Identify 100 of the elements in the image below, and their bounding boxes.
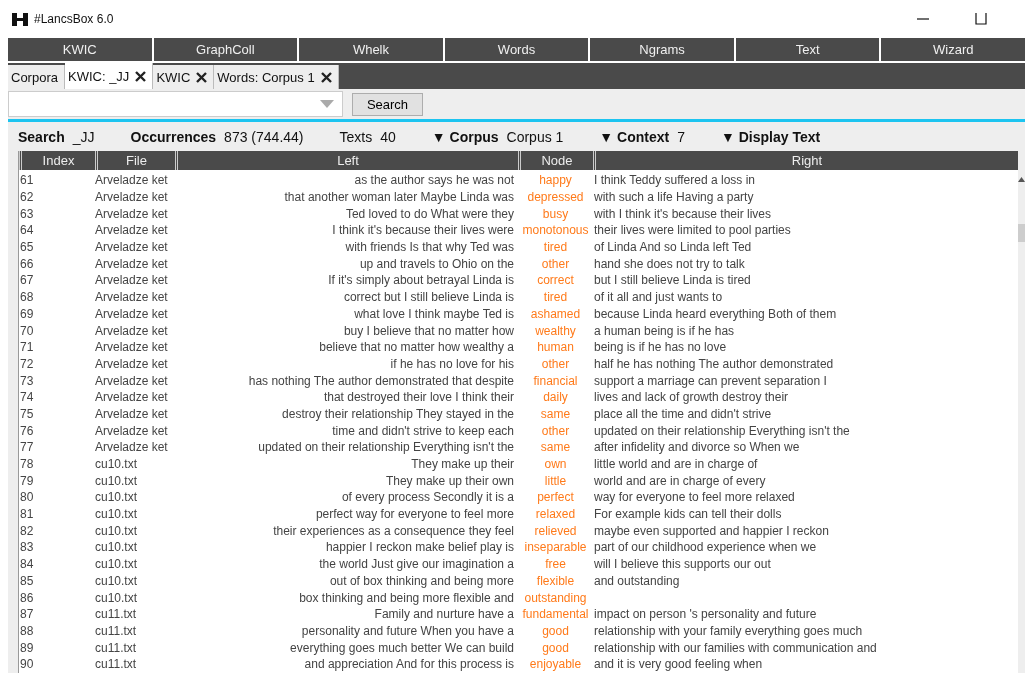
table-cell-text: 88 [19,623,35,638]
table-cell-text: If it's simply about betrayal Linda is [327,273,515,288]
table-cell-text: busy [541,206,570,221]
table-cell-text: Arveladze ket [95,373,169,388]
table-cell-text: up and travels to Ohio on the [358,256,515,271]
table-cell-text: financial [532,373,579,388]
table-cell-text: place all the time and didn't strive [593,406,773,421]
table-cell-text: 63 [19,206,35,221]
nav-button[interactable]: KWIC [8,38,152,61]
info-label[interactable]: ▼ Display Text [721,128,821,145]
nav-button[interactable]: Ngrams [590,38,734,61]
tab[interactable]: KWIC: _JJ [64,63,154,89]
nav-button[interactable]: GraphColl [153,38,298,61]
table-cell-text: cu10.txt [95,473,139,488]
app-logo-icon [12,12,28,26]
search-field[interactable] [8,91,343,117]
table-cell-text: perfect [536,490,575,505]
table-cell-text: 72 [19,356,35,371]
table-cell-text: 85 [19,573,35,588]
table-cell-text: Arveladze ket [95,223,169,238]
table-cell-text: little world and are in charge of [593,457,759,472]
table-cell-text: personality and future When you have a [300,623,515,638]
table-cell-text: Arveladze ket [95,440,169,455]
table-cell-text: cu11.txt [95,607,138,622]
table-cell-text: has nothing The author demonstrated that despite [247,373,515,388]
table-cell-text: with friends Is that why Ted was [344,240,515,255]
table-cell-text: Ted loved to do What were they [344,206,515,221]
close-icon[interactable] [320,71,332,83]
table-cell-text: They make up their [410,457,515,472]
maximize-icon[interactable] [975,13,987,25]
table-cell-text: Arveladze ket [95,190,169,205]
nav-button[interactable]: Wizard [881,38,1025,61]
table-cell-text: 62 [19,190,35,205]
table-cell-text: Arveladze ket [95,273,169,288]
column-header[interactable]: Left [175,151,518,170]
close-icon[interactable] [196,71,208,83]
table-cell-text: daily [542,390,569,405]
table-cell-text: the world Just give our imagination a [318,557,515,572]
column-header[interactable]: File [95,151,175,170]
table-cell-text: I think Teddy suffered a loss in [593,173,756,188]
close-icon[interactable] [135,70,147,82]
table-cell-text: Arveladze ket [95,240,169,255]
tab-label: Corpora [11,69,58,85]
table-cell-text: time and didn't strive to keep each [331,423,515,438]
table-cell-text: of Linda And so Linda left Ted [593,240,753,255]
table-cell-text: cu10.txt [95,540,139,555]
table-cell-text: their experiences as a consequence they feel [272,523,515,538]
table-cell-text: what love I think maybe Ted is [353,306,515,321]
tab[interactable]: Words: Corpus 1 [214,65,339,89]
table-cell-text: wealthy [534,323,577,338]
table-cell-text: everything goes much better We can build [289,640,515,655]
table-cell-text: Arveladze ket [95,323,169,338]
column-header[interactable]: Index [19,151,95,170]
info-value: 40 [380,128,396,145]
search-button[interactable]: Search [352,92,423,116]
table-cell-text: cu10.txt [95,590,139,605]
table-cell-text: relieved [533,523,578,538]
table-cell-text: 79 [19,473,35,488]
table-cell-text: updated on their relationship Everything isn't the [257,440,515,455]
tab[interactable]: KWIC [153,65,215,89]
info-value: 873 (744.44) [224,128,304,145]
table-cell-text: flexible [535,573,576,588]
table-cell-text: monotonous [521,223,590,238]
table-cell-text: good [541,623,570,638]
table-cell-text: of every process Secondly it is a [340,490,515,505]
nav-button[interactable]: Words [444,38,589,61]
table-cell-text: ashamed [529,306,582,321]
table-cell-text: cu10.txt [95,457,139,472]
table-cell-text: same [539,406,572,421]
table-cell-text: For example kids can tell their dolls [593,507,783,522]
table-cell-text: 90 [19,657,35,672]
table-cell-text: impact on person 's personality and future [593,607,818,622]
table-cell-text: Arveladze ket [95,390,169,405]
table-cell-text: with such a life Having a party [593,190,755,205]
table-cell-text: being is if he has no love [593,340,728,355]
column-header[interactable]: Right [593,151,1018,170]
table-cell-text: inseparable [523,540,588,555]
tab[interactable]: Corpora [8,65,65,89]
scroll-up-icon[interactable] [1018,177,1025,182]
table-cell-text: after infidelity and divorce so When we [593,440,801,455]
info-label[interactable]: ▼ Context [599,128,670,145]
table-cell-text: Arveladze ket [95,406,169,421]
table-cell-text: hand she does not try to talk [593,256,746,271]
table-cell-text: relationship with your family everything goes much [593,623,864,638]
column-header[interactable]: Node [518,151,593,170]
table-cell-text: Family and nurture have a [373,607,515,622]
table-cell-text: 83 [19,540,35,555]
nav-button[interactable]: Text [735,38,880,61]
table-cell-text: good [541,640,570,655]
table-cell-text: perfect way for everyone to feel more [314,507,515,522]
nav-button[interactable]: Whelk [299,38,443,61]
table-cell-text: cu10.txt [95,490,139,505]
info-label[interactable]: ▼ Corpus [431,128,499,145]
table-cell-text: box thinking and being more flexible and [298,590,515,605]
table-cell-text: 71 [19,340,35,355]
table-cell-text: way for everyone to feel more relaxed [593,490,796,505]
table-cell-text: a human being is if he has [593,323,736,338]
scrollbar-thumb[interactable] [1018,224,1025,242]
table-cell-text: cu11.txt [95,623,138,638]
tab-label: KWIC [156,69,191,85]
